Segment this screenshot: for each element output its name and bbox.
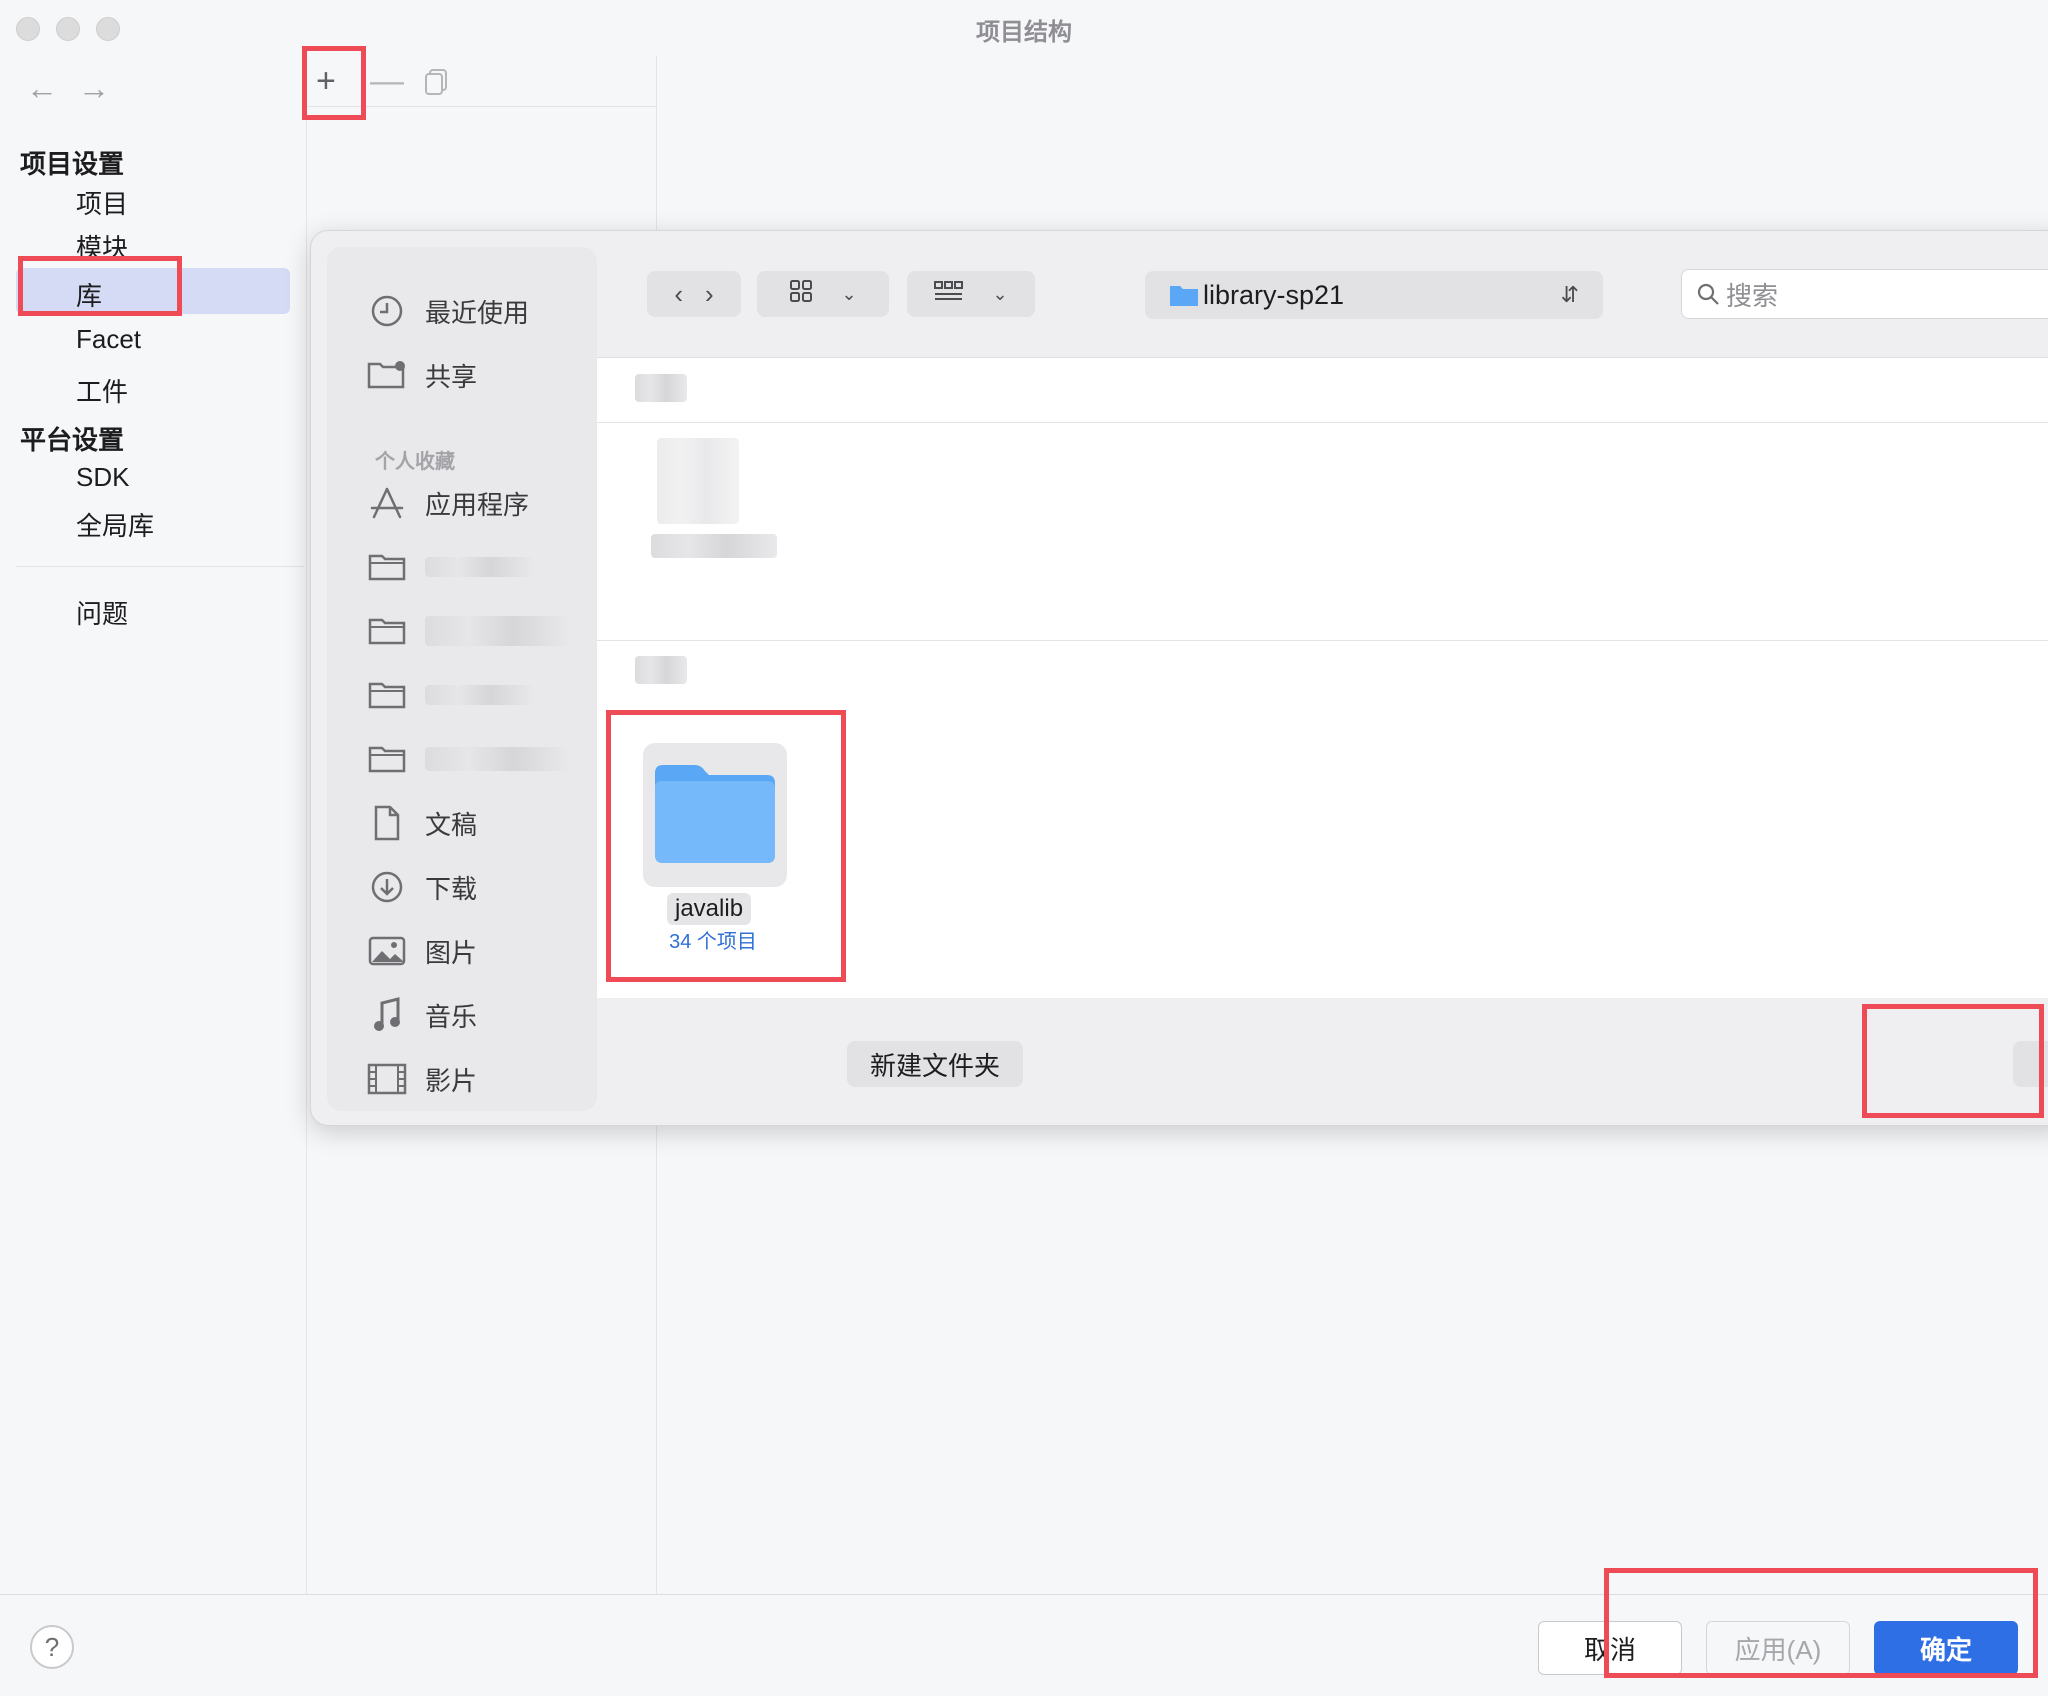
favorite-applications[interactable]: 应用程序	[367, 483, 529, 523]
favorite-shared[interactable]: 共享	[367, 355, 477, 395]
forward-chevron-icon[interactable]: ›	[705, 279, 714, 310]
applications-icon	[367, 483, 407, 523]
folder-icon	[367, 611, 407, 651]
folder-icon	[367, 675, 407, 715]
group-divider	[597, 422, 2048, 423]
up-down-chevron-icon: ⇵	[1560, 282, 1579, 307]
favorite-folder-2[interactable]	[367, 611, 571, 651]
icon-view-button[interactable]: ⌄	[757, 271, 889, 317]
favorite-downloads[interactable]: 下载	[367, 867, 477, 907]
favorite-folder-1[interactable]	[367, 547, 535, 587]
ok-button[interactable]: 确定	[1874, 1621, 2018, 1675]
folder-icon	[655, 765, 775, 863]
bottom-bar: ? 取消 应用(A) 确定	[0, 1594, 2048, 1696]
search-icon	[1696, 282, 1720, 306]
dialog-main: ‹ › ⌄ ⌄ library-sp21 ⇵ 搜索 javalib 34 个项目…	[597, 231, 2048, 1127]
path-popup[interactable]: library-sp21 ⇵	[1145, 271, 1603, 319]
help-button[interactable]: ?	[30, 1625, 74, 1669]
back-chevron-icon[interactable]: ‹	[674, 279, 683, 310]
blurred-file-name	[651, 534, 777, 558]
favorite-folder-3[interactable]	[367, 675, 535, 715]
folder-item-javalib[interactable]	[643, 743, 787, 887]
folder-name-label: javalib	[667, 893, 752, 925]
document-icon	[367, 803, 407, 843]
blurred-group-label	[635, 374, 687, 402]
nav-item-sdk[interactable]: SDK	[76, 462, 129, 493]
nav-item-artifacts[interactable]: 工件	[76, 372, 128, 409]
grid-view-icon	[789, 279, 813, 310]
copy-icon[interactable]	[424, 68, 450, 100]
path-label: library-sp21	[1203, 279, 1345, 310]
project-structure-window: 项目结构 ← → 项目设置 项目 模块 库 Facet 工件 平台设置 SDK …	[0, 0, 2048, 1696]
group-view-button[interactable]: ⌄	[907, 271, 1035, 317]
folder-icon	[367, 547, 407, 587]
favorite-documents[interactable]: 文稿	[367, 803, 477, 843]
shared-folder-icon	[367, 355, 407, 395]
gallery-view-icon	[934, 279, 964, 310]
favorites-section-header: 个人收藏	[375, 451, 455, 473]
platform-settings-header: 平台设置	[20, 425, 125, 455]
download-icon	[367, 867, 407, 907]
remove-icon[interactable]: —	[370, 64, 404, 98]
blurred-file-icon	[657, 438, 739, 524]
column-divider-left	[306, 56, 307, 1596]
selected-nav-highlight	[16, 268, 290, 314]
folder-item-count: 34 个项目	[669, 931, 757, 953]
sidebar-divider	[16, 566, 304, 567]
title-bar: 项目结构	[0, 0, 2048, 54]
picture-icon	[367, 931, 407, 971]
nav-item-global-libraries[interactable]: 全局库	[76, 506, 154, 543]
favorite-movies[interactable]: 影片	[367, 1059, 477, 1099]
toolbar-divider	[306, 106, 656, 107]
search-field[interactable]: 搜索	[1681, 269, 2048, 319]
music-note-icon	[367, 995, 407, 1035]
dialog-cancel-button[interactable]: 取消	[2013, 1041, 2048, 1087]
chevron-down-icon: ⌄	[992, 283, 1008, 304]
group-divider	[597, 640, 2048, 641]
back-arrow-icon[interactable]: ←	[26, 72, 58, 104]
history-nav: ‹ ›	[647, 271, 741, 317]
forward-arrow-icon[interactable]: →	[78, 72, 110, 104]
clock-icon	[367, 291, 407, 331]
file-chooser-dialog: 最近使用 共享 个人收藏 应用程序 文稿 下载 图片 音乐 影片 ‹ › ⌄ ⌄…	[310, 230, 2048, 1126]
folder-icon	[367, 739, 407, 779]
window-title: 项目结构	[976, 19, 1072, 46]
add-icon[interactable]: +	[316, 64, 336, 98]
favorite-pictures[interactable]: 图片	[367, 931, 477, 971]
chevron-down-icon: ⌄	[841, 283, 857, 304]
nav-item-modules[interactable]: 模块	[76, 228, 128, 265]
cancel-button[interactable]: 取消	[1538, 1621, 1682, 1675]
file-browser	[597, 357, 2048, 998]
film-icon	[367, 1059, 407, 1099]
dialog-sidebar: 最近使用 共享 个人收藏 应用程序 文稿 下载 图片 音乐 影片	[327, 247, 597, 1111]
favorite-recents[interactable]: 最近使用	[367, 291, 529, 331]
project-settings-header: 项目设置	[20, 149, 125, 179]
search-placeholder: 搜索	[1726, 280, 1779, 311]
apply-button[interactable]: 应用(A)	[1706, 1621, 1850, 1675]
nav-item-facet[interactable]: Facet	[76, 324, 141, 355]
favorite-music[interactable]: 音乐	[367, 995, 477, 1035]
nav-item-project[interactable]: 项目	[76, 184, 128, 221]
blurred-group-label	[635, 656, 687, 684]
new-folder-button[interactable]: 新建文件夹	[847, 1041, 1023, 1087]
nav-item-libraries[interactable]: 库	[76, 276, 102, 313]
nav-item-problems[interactable]: 问题	[76, 594, 128, 631]
folder-icon	[1169, 283, 1199, 307]
favorite-folder-4[interactable]	[367, 739, 571, 779]
